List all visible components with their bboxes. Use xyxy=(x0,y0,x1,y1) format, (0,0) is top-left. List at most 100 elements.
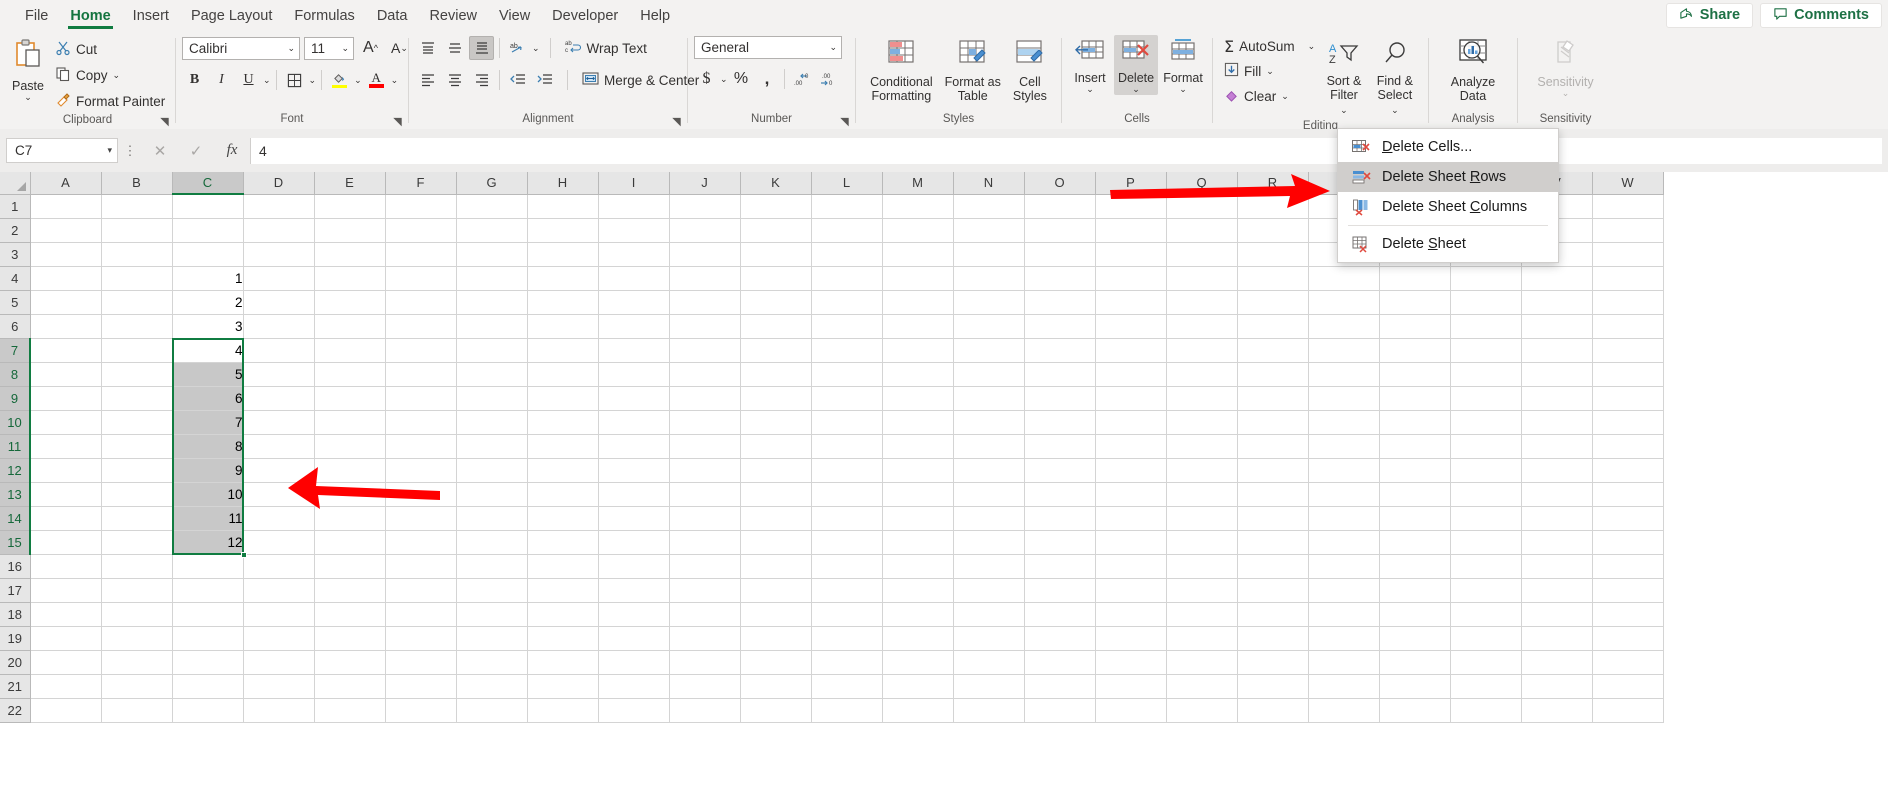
alignment-dialog-launcher-icon[interactable]: ◥ xyxy=(671,117,682,128)
cell-N12[interactable] xyxy=(953,458,1024,482)
cell-R9[interactable] xyxy=(1237,386,1308,410)
cell-L21[interactable] xyxy=(811,674,882,698)
cell-R8[interactable] xyxy=(1237,362,1308,386)
cell-H20[interactable] xyxy=(527,650,598,674)
cell-F13[interactable] xyxy=(385,482,456,506)
cell-A1[interactable] xyxy=(30,194,101,218)
cell-K4[interactable] xyxy=(740,266,811,290)
cell-E15[interactable] xyxy=(314,530,385,554)
cell-K16[interactable] xyxy=(740,554,811,578)
cell-K2[interactable] xyxy=(740,218,811,242)
cell-H11[interactable] xyxy=(527,434,598,458)
cell-L3[interactable] xyxy=(811,242,882,266)
cell-I7[interactable] xyxy=(598,338,669,362)
cell-H3[interactable] xyxy=(527,242,598,266)
cell-G19[interactable] xyxy=(456,626,527,650)
cell-N11[interactable] xyxy=(953,434,1024,458)
cell-C18[interactable] xyxy=(172,602,243,626)
row-header-21[interactable]: 21 xyxy=(0,674,30,698)
cell-W2[interactable] xyxy=(1592,218,1663,242)
cell-E19[interactable] xyxy=(314,626,385,650)
cell-D22[interactable] xyxy=(243,698,314,722)
currency-format-button[interactable]: $ xyxy=(694,67,719,91)
cell-V19[interactable] xyxy=(1521,626,1592,650)
column-header-E[interactable]: E xyxy=(314,172,385,194)
tab-home[interactable]: Home xyxy=(59,1,121,29)
cell-B9[interactable] xyxy=(101,386,172,410)
cell-U15[interactable] xyxy=(1450,530,1521,554)
italic-button[interactable]: I xyxy=(209,68,234,92)
cell-N18[interactable] xyxy=(953,602,1024,626)
cell-D4[interactable] xyxy=(243,266,314,290)
cell-J20[interactable] xyxy=(669,650,740,674)
cell-U18[interactable] xyxy=(1450,602,1521,626)
cell-S5[interactable] xyxy=(1308,290,1379,314)
cell-H9[interactable] xyxy=(527,386,598,410)
select-all-corner[interactable] xyxy=(0,172,30,194)
cell-N14[interactable] xyxy=(953,506,1024,530)
cell-R1[interactable] xyxy=(1237,194,1308,218)
cell-A9[interactable] xyxy=(30,386,101,410)
cell-A11[interactable] xyxy=(30,434,101,458)
cell-R12[interactable] xyxy=(1237,458,1308,482)
row-header-4[interactable]: 4 xyxy=(0,266,30,290)
cell-Q10[interactable] xyxy=(1166,410,1237,434)
cell-K8[interactable] xyxy=(740,362,811,386)
row-header-13[interactable]: 13 xyxy=(0,482,30,506)
cell-D21[interactable] xyxy=(243,674,314,698)
cell-O5[interactable] xyxy=(1024,290,1095,314)
cell-B14[interactable] xyxy=(101,506,172,530)
row-header-11[interactable]: 11 xyxy=(0,434,30,458)
cell-K1[interactable] xyxy=(740,194,811,218)
cell-T13[interactable] xyxy=(1379,482,1450,506)
tab-review[interactable]: Review xyxy=(418,1,488,29)
tab-help[interactable]: Help xyxy=(629,1,681,29)
menu-item-delete-sheet-columns[interactable]: Delete Sheet Columns xyxy=(1338,192,1558,222)
cell-F14[interactable] xyxy=(385,506,456,530)
cell-L6[interactable] xyxy=(811,314,882,338)
cell-H2[interactable] xyxy=(527,218,598,242)
cell-Q9[interactable] xyxy=(1166,386,1237,410)
cell-A5[interactable] xyxy=(30,290,101,314)
cell-W1[interactable] xyxy=(1592,194,1663,218)
cell-O1[interactable] xyxy=(1024,194,1095,218)
cell-T8[interactable] xyxy=(1379,362,1450,386)
cell-C15[interactable]: 12 xyxy=(172,530,243,554)
cell-O4[interactable] xyxy=(1024,266,1095,290)
cell-F3[interactable] xyxy=(385,242,456,266)
tab-view[interactable]: View xyxy=(488,1,541,29)
cell-W20[interactable] xyxy=(1592,650,1663,674)
cell-F7[interactable] xyxy=(385,338,456,362)
cell-P7[interactable] xyxy=(1095,338,1166,362)
chevron-down-icon[interactable]: ⌄ xyxy=(1086,85,1094,93)
cell-C5[interactable]: 2 xyxy=(172,290,243,314)
cell-M12[interactable] xyxy=(882,458,953,482)
cell-P8[interactable] xyxy=(1095,362,1166,386)
cell-H4[interactable] xyxy=(527,266,598,290)
cell-K14[interactable] xyxy=(740,506,811,530)
bold-button[interactable]: B xyxy=(182,68,207,92)
cell-V6[interactable] xyxy=(1521,314,1592,338)
cell-E21[interactable] xyxy=(314,674,385,698)
cell-V13[interactable] xyxy=(1521,482,1592,506)
cell-I22[interactable] xyxy=(598,698,669,722)
cell-W19[interactable] xyxy=(1592,626,1663,650)
cell-K5[interactable] xyxy=(740,290,811,314)
cell-L4[interactable] xyxy=(811,266,882,290)
tab-page-layout[interactable]: Page Layout xyxy=(180,1,283,29)
cell-I11[interactable] xyxy=(598,434,669,458)
cell-A20[interactable] xyxy=(30,650,101,674)
spreadsheet-grid[interactable]: ABCDEFGHIJKLMNOPQRSTUVW 1234152637485961… xyxy=(0,172,1888,788)
cell-W10[interactable] xyxy=(1592,410,1663,434)
cell-V22[interactable] xyxy=(1521,698,1592,722)
menu-item-delete-sheet[interactable]: Delete Sheet xyxy=(1338,229,1558,259)
cell-D6[interactable] xyxy=(243,314,314,338)
tab-file[interactable]: File xyxy=(14,1,59,29)
cell-E5[interactable] xyxy=(314,290,385,314)
cell-T17[interactable] xyxy=(1379,578,1450,602)
cell-A7[interactable] xyxy=(30,338,101,362)
cell-K6[interactable] xyxy=(740,314,811,338)
cell-H19[interactable] xyxy=(527,626,598,650)
cell-I14[interactable] xyxy=(598,506,669,530)
cell-E16[interactable] xyxy=(314,554,385,578)
